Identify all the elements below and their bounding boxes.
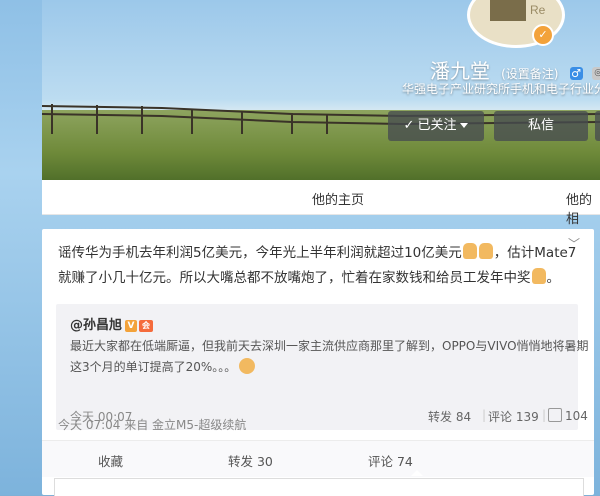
quoted-author[interactable]: @孙昌旭 V 会	[70, 314, 154, 333]
avatar-image	[490, 0, 526, 21]
like-icon	[548, 408, 562, 422]
set-remark-link[interactable]: (设置备注)	[501, 67, 558, 81]
message-button[interactable]: 私信	[494, 111, 588, 141]
tab-home[interactable]: 他的主页	[312, 189, 364, 208]
divider: |	[482, 408, 487, 422]
thumbs-up-icon	[478, 243, 493, 259]
chevron-down-icon	[460, 123, 469, 128]
profile-cover: Re ✓ 潘九堂 (设置备注) ♂ ◎ 华强电子产业研究所手机和电子行业分析师 …	[42, 0, 600, 180]
level-icon: ◎	[591, 67, 600, 80]
repost-button[interactable]: 转发 30	[228, 451, 273, 470]
post-meta: 今天 07:04 来自 金立M5-超级续航	[58, 418, 247, 432]
quoted-like-count: 104	[565, 409, 588, 423]
more-menu-button[interactable]	[595, 111, 600, 141]
quoted-comment-link[interactable]: 评论 139	[488, 408, 539, 425]
post-action-bar: 收藏 转发 30 评论 74	[42, 440, 594, 477]
avatar-text: Re	[530, 3, 546, 17]
post-text: 谣传华为手机去年利润5亿美元，今年光上半年利润就超过10亿美元 ，估计Mate7就…	[58, 241, 578, 291]
profile-nav: 他的主页 他的相	[42, 180, 600, 227]
ok-hand-icon	[239, 358, 256, 374]
quoted-post: @孙昌旭 V 会 最近大家都在低端厮逼，但我前天去深圳一家主流供应商那里了解到，OP…	[56, 304, 589, 430]
comment-button[interactable]: 评论 74	[368, 451, 413, 470]
male-icon: ♂	[569, 67, 583, 80]
quoted-text: 最近大家都在低端厮逼，但我前天去深圳一家主流供应商那里了解到，OPPO与VIVO…	[70, 336, 590, 378]
post-text-part3: 。	[546, 270, 561, 286]
post-options-icon[interactable]: ﹀	[568, 235, 580, 252]
profile-subtitle: 华强电子产业研究所手机和电子行业分析师	[402, 82, 600, 96]
collect-button[interactable]: 收藏	[98, 451, 123, 470]
member-icon: 会	[139, 319, 154, 332]
followed-label: 已关注	[417, 118, 457, 133]
comment-input[interactable]	[54, 478, 584, 496]
quoted-text-content: 最近大家都在低端厮逼，但我前天去深圳一家主流供应商那里了解到，OPPO与VIVO…	[70, 339, 589, 374]
quoted-repost-link[interactable]: 转发 84	[428, 408, 471, 425]
weibo-post-card: 谣传华为手机去年利润5亿美元，今年光上半年利润就超过10亿美元 ，估计Mate7就…	[42, 229, 594, 496]
verified-v-icon: V	[125, 319, 138, 332]
thumbs-up-icon	[462, 243, 477, 259]
thumbs-up-icon	[531, 268, 546, 284]
tab-photos[interactable]: 他的相	[566, 189, 600, 227]
quoted-author-name[interactable]: @孙昌旭	[70, 318, 122, 333]
verified-icon: ✓	[532, 24, 554, 46]
post-text-part1: 谣传华为手机去年利润5亿美元，今年光上半年利润就超过10亿美元	[58, 245, 462, 261]
check-icon: ✓	[403, 118, 415, 133]
active-tab-indicator	[411, 470, 423, 476]
divider: |	[542, 408, 547, 422]
quoted-like-button[interactable]: 104	[548, 408, 588, 423]
followed-button[interactable]: ✓ 已关注	[388, 111, 484, 141]
